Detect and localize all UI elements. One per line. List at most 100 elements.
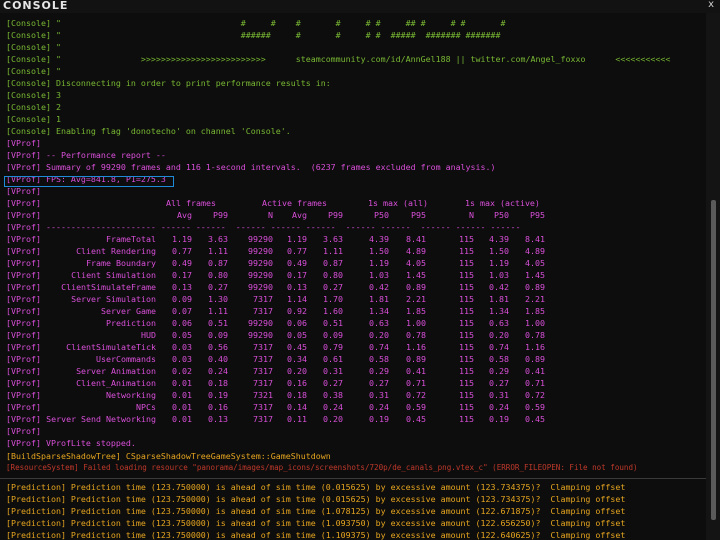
row-value: 0.29 [489, 366, 509, 376]
row-value: 0.72 [525, 390, 545, 400]
vprof-line: [VProf] -- Performance report -- [6, 150, 166, 160]
table-row: [VProf] Client Simulation 0.17 0.80 99290 0.1… [6, 270, 545, 280]
row-value: 0.45 [287, 342, 307, 352]
table-divider: [VProf] ---------------------- ------ --… [6, 222, 521, 232]
row-value: 0.63 [369, 318, 389, 328]
row-value: 0.11 [287, 414, 307, 424]
row-value: 1.11 [208, 306, 228, 316]
scrollbar-thumb[interactable] [711, 200, 716, 520]
console-log[interactable]: [Console] " # # # # # # ## # # # # [Cons… [0, 13, 706, 540]
row-value: 0.09 [172, 294, 192, 304]
row-value: 1.85 [406, 306, 426, 316]
row-value: 1.34 [489, 306, 509, 316]
row-value: 99290 [248, 282, 273, 292]
row-value: 1.11 [208, 246, 228, 256]
row-value: 115 [459, 306, 474, 316]
row-value: 1.19 [172, 234, 192, 244]
row-value: 4.05 [525, 258, 545, 268]
row-value: 0.01 [172, 402, 192, 412]
row-value: 0.71 [406, 378, 426, 388]
row-value: 1.19 [489, 258, 509, 268]
row-name: Client Rendering [76, 246, 156, 256]
row-value: 1.85 [525, 306, 545, 316]
row-value: 0.20 [489, 330, 509, 340]
row-name: FrameTotal [106, 234, 156, 244]
row-value: 115 [459, 258, 474, 268]
row-value: 1.81 [489, 294, 509, 304]
row-value: 0.03 [172, 354, 192, 364]
row-value: 0.06 [287, 318, 307, 328]
row-value: 0.58 [369, 354, 389, 364]
row-value: 7317 [253, 414, 273, 424]
console-line: [Console] Disconnecting in order to prin… [6, 78, 331, 88]
console-line: [Console] 2 [6, 102, 61, 112]
row-value: 3.63 [323, 234, 343, 244]
row-value: 0.92 [287, 306, 307, 316]
table-row: [VProf] Server Simulation 0.09 1.30 7317 1.14… [6, 294, 545, 304]
row-value: 0.58 [489, 354, 509, 364]
console-line: [Console] 1 [6, 114, 61, 124]
row-value: 0.05 [172, 330, 192, 340]
row-value: 0.20 [323, 414, 343, 424]
row-value: 0.49 [172, 258, 192, 268]
console-line: [Console] " # # # # # # ## # # # # [6, 18, 506, 28]
row-value: 7317 [253, 402, 273, 412]
build-shadow-line: [BuildSparseShadowTree] CSparseShadowTre… [6, 451, 331, 461]
row-value: 99290 [248, 318, 273, 328]
row-value: 1.00 [525, 318, 545, 328]
row-value: 0.06 [172, 318, 192, 328]
row-value: 0.74 [369, 342, 389, 352]
row-value: 0.34 [287, 354, 307, 364]
row-value: 1.00 [406, 318, 426, 328]
group-header-active-frames: Active frames [262, 198, 327, 208]
table-row: [VProf] Client_Animation 0.01 0.18 7317 0.16 0… [6, 378, 545, 388]
row-value: 0.71 [525, 378, 545, 388]
row-value: 115 [459, 354, 474, 364]
row-value: 99290 [248, 246, 273, 256]
row-value: 0.24 [489, 402, 509, 412]
table-row: [VProf] ClientSimulateTick 0.03 0.56 7317 0.4… [6, 342, 545, 352]
group-header-max-active: 1s max (active) [465, 198, 540, 208]
row-name: Frame Boundary [86, 258, 156, 268]
row-value: 115 [459, 414, 474, 424]
row-value: 0.18 [287, 390, 307, 400]
row-value: 0.89 [406, 282, 426, 292]
row-value: 0.51 [323, 318, 343, 328]
row-value: 0.18 [208, 378, 228, 388]
row-value: 0.09 [208, 330, 228, 340]
row-value: 0.87 [208, 258, 228, 268]
prediction-line: [Prediction] Prediction time (123.750000… [6, 494, 626, 504]
row-value: 0.29 [369, 366, 389, 376]
close-button[interactable]: x [708, 0, 714, 10]
console-line: [Console] " [6, 66, 61, 76]
row-name: Server Game [101, 306, 156, 316]
row-name: Server Send Networking [46, 414, 156, 424]
row-value: 7317 [253, 306, 273, 316]
row-value: 0.80 [323, 270, 343, 280]
row-value: 4.39 [369, 234, 389, 244]
row-value: 115 [459, 366, 474, 376]
row-name: NPCs [136, 402, 156, 412]
row-value: 99290 [248, 330, 273, 340]
row-value: 0.89 [525, 354, 545, 364]
scrollbar[interactable] [706, 13, 720, 540]
row-value: 1.16 [525, 342, 545, 352]
row-value: 0.09 [323, 330, 343, 340]
row-value: 1.45 [525, 270, 545, 280]
row-value: 0.31 [323, 366, 343, 376]
row-value: 1.03 [489, 270, 509, 280]
console-line: [Console] Enabling flag 'donotecho' on c… [6, 126, 291, 136]
row-value: 7317 [253, 342, 273, 352]
row-value: 0.79 [323, 342, 343, 352]
row-value: 115 [459, 402, 474, 412]
vprof-line: [VProf] [6, 138, 41, 148]
row-value: 0.61 [323, 354, 343, 364]
row-value: 8.41 [525, 234, 545, 244]
row-value: 1.14 [287, 294, 307, 304]
row-value: 7321 [253, 390, 273, 400]
table-row: [VProf] FrameTotal 1.19 3.63 99290 1.19 3.63 4.… [6, 234, 545, 244]
row-name: Networking [106, 390, 156, 400]
row-value: 0.45 [525, 414, 545, 424]
table-row: [VProf] Prediction 0.06 0.51 99290 0.06 0.51 0.… [6, 318, 545, 328]
row-value: 0.27 [489, 378, 509, 388]
